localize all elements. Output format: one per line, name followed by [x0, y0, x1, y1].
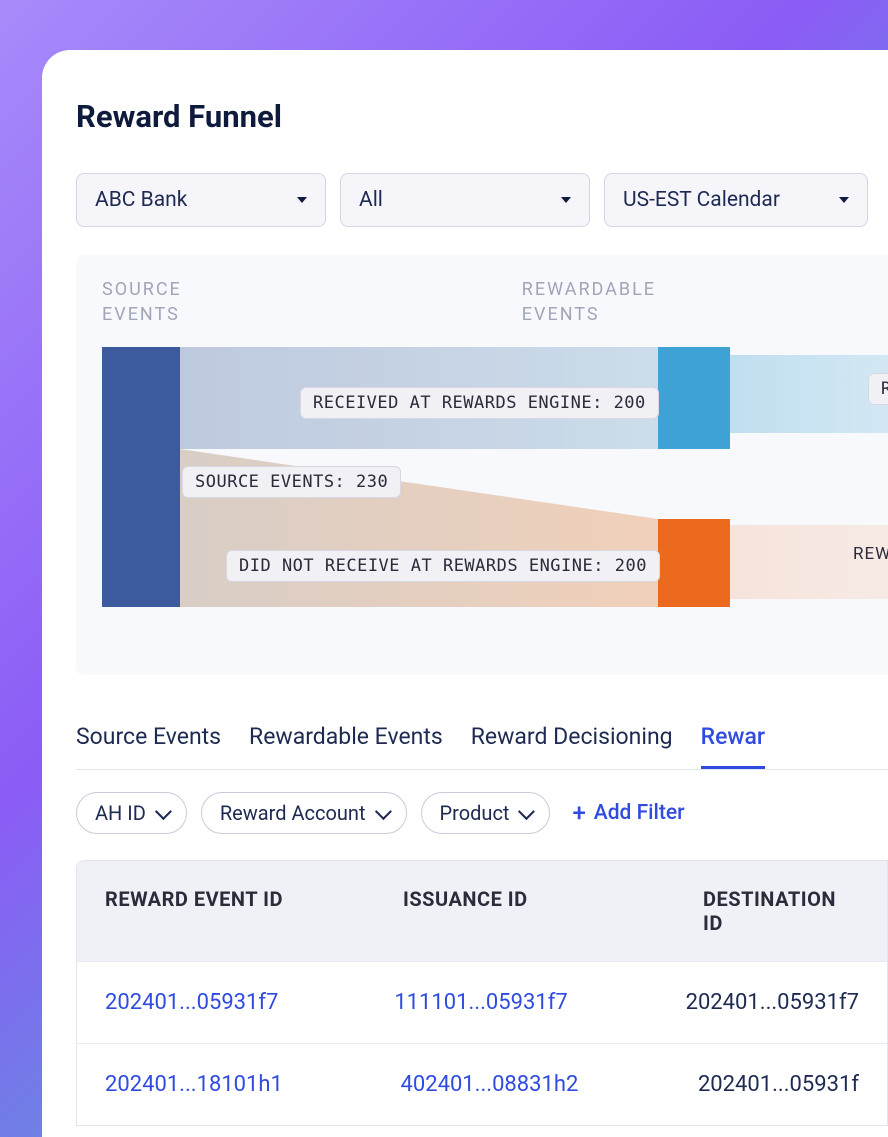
funnel-header-source: SOURCE EVENTS [102, 277, 182, 327]
cell-issuance-id[interactable]: 111101...05931f7 [394, 990, 685, 1015]
filter-chip-ahid[interactable]: AH ID [76, 792, 187, 834]
th-destination-id: DESTINATION ID [703, 887, 859, 935]
add-filter-button[interactable]: + Add Filter [572, 801, 684, 825]
tab-source-events[interactable]: Source Events [76, 723, 221, 769]
chevron-down-icon [374, 803, 391, 820]
th-issuance-id: ISSUANCE ID [403, 887, 703, 935]
th-reward-event-id: REWARD EVENT ID [105, 887, 403, 935]
received-label: RECEIVED AT REWARDS ENGINE: 200 [300, 387, 659, 419]
tabs: Source Events Rewardable Events Reward D… [76, 723, 888, 770]
cell-destination-id: 202401...05931f [698, 1072, 859, 1097]
tab-reward-decisioning[interactable]: Reward Decisioning [471, 723, 673, 769]
scope-dropdown[interactable]: All [340, 173, 590, 227]
table-row: 202401...18101h1 402401...08831h2 202401… [77, 1043, 887, 1125]
rewardable-bar [658, 347, 730, 449]
filters-row: AH ID Reward Account Product + Add Filte… [76, 792, 888, 834]
cell-destination-id: 202401...05931f7 [686, 990, 859, 1015]
rew-label: REW [853, 544, 888, 564]
tab-reward-active[interactable]: Rewar [701, 723, 765, 769]
source-bar [102, 347, 180, 607]
bank-dropdown[interactable]: ABC Bank [76, 173, 326, 227]
bank-dropdown-label: ABC Bank [95, 188, 187, 212]
main-card: Reward Funnel ABC Bank All US-EST Calend… [42, 50, 888, 1137]
cell-issuance-id[interactable]: 402401...08831h2 [400, 1072, 697, 1097]
dropdown-row: ABC Bank All US-EST Calendar [76, 173, 888, 227]
caret-down-icon [839, 197, 849, 203]
cell-reward-event-id[interactable]: 202401...18101h1 [105, 1072, 400, 1097]
data-table: REWARD EVENT ID ISSUANCE ID DESTINATION … [76, 860, 888, 1126]
calendar-dropdown[interactable]: US-EST Calendar [604, 173, 868, 227]
scope-dropdown-label: All [359, 188, 383, 212]
plus-icon: + [572, 801, 585, 825]
page-title: Reward Funnel [76, 98, 888, 135]
caret-down-icon [297, 197, 307, 203]
chevron-down-icon [155, 803, 172, 820]
table-row: 202401...05931f7 111101...05931f7 202401… [77, 961, 887, 1043]
chip-label: AH ID [95, 801, 146, 825]
source-label: SOURCE EVENTS: 230 [182, 466, 401, 498]
tab-rewardable-events[interactable]: Rewardable Events [249, 723, 443, 769]
table-header: REWARD EVENT ID ISSUANCE ID DESTINATION … [77, 861, 887, 961]
funnel-header-rewardable: REWARDABLE EVENTS [522, 277, 656, 327]
chip-label: Product [440, 801, 510, 825]
sankey-diagram: RECEIVED AT REWARDS ENGINE: 200 SOURCE E… [76, 347, 888, 607]
add-filter-label: Add Filter [594, 801, 685, 825]
right-pill: R [868, 373, 888, 405]
rewardable-outflow [730, 355, 888, 433]
funnel-chart: SOURCE EVENTS REWARDABLE EVENTS [76, 255, 888, 675]
filter-chip-reward-account[interactable]: Reward Account [201, 792, 407, 834]
chip-label: Reward Account [220, 801, 366, 825]
cell-reward-event-id[interactable]: 202401...05931f7 [105, 990, 394, 1015]
not-received-bar [658, 519, 730, 607]
chevron-down-icon [518, 803, 535, 820]
not-received-label: DID NOT RECEIVE AT REWARDS ENGINE: 200 [226, 550, 660, 582]
filter-chip-product[interactable]: Product [421, 792, 551, 834]
caret-down-icon [561, 197, 571, 203]
calendar-dropdown-label: US-EST Calendar [623, 188, 780, 212]
